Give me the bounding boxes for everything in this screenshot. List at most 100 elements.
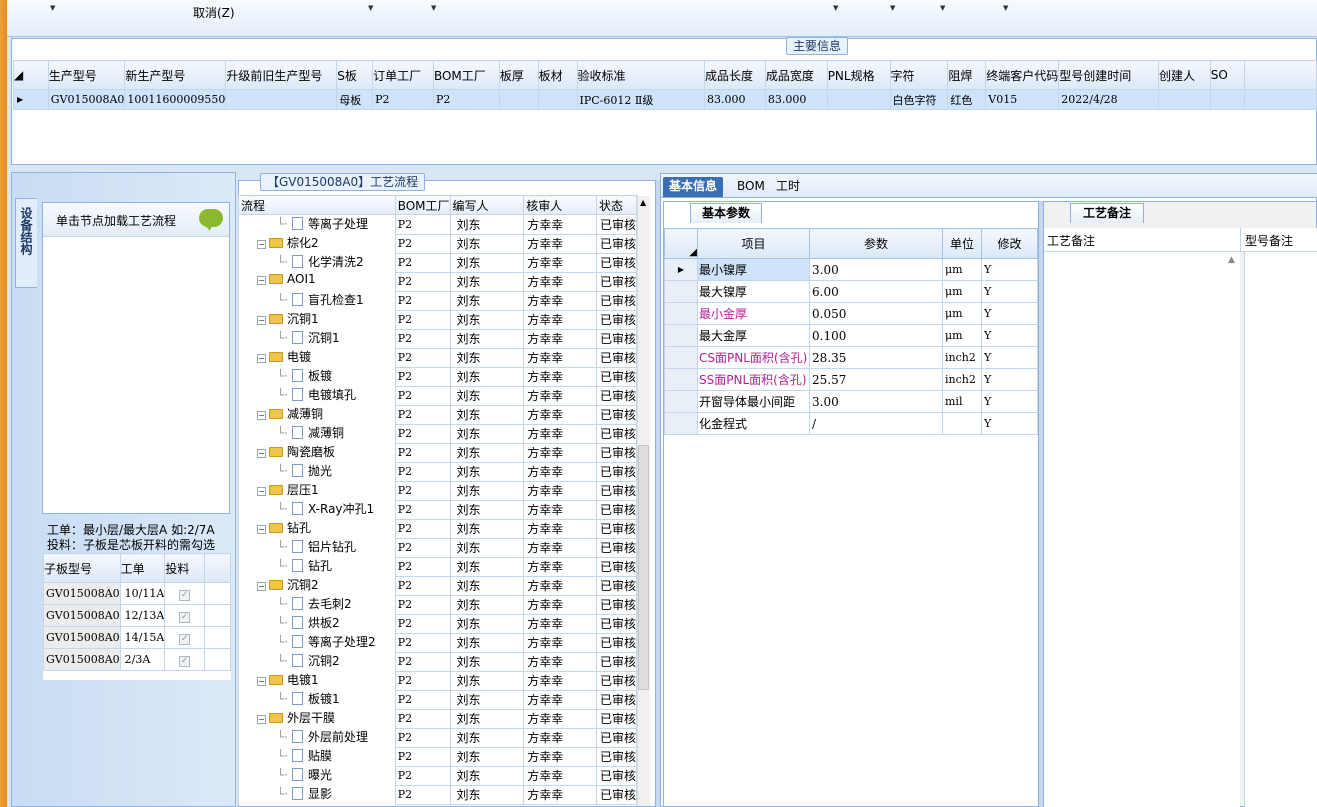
table-cell[interactable]: 10011600009550 — [124, 89, 227, 110]
column-header[interactable]: 子板型号 — [43, 553, 121, 583]
process-remark-textarea[interactable] — [1044, 252, 1240, 807]
param-modify-cell[interactable]: Y — [981, 346, 1038, 369]
feed-checkbox[interactable]: ✓ — [179, 633, 191, 645]
table-cell[interactable] — [498, 89, 539, 110]
param-value-cell[interactable]: 0.100 — [809, 324, 943, 347]
process-node-cell[interactable]: └· 板镀 — [238, 367, 396, 386]
table-row[interactable]: ▶ GV015008A0 10011600009550 母板 P2 P2 IPC-6012 … — [13, 89, 1317, 110]
process-node-cell[interactable]: − 沉铜1 — [238, 310, 396, 329]
process-node-cell[interactable]: − 电镀1 — [238, 671, 396, 690]
dropdown-arrow-icon[interactable]: ▼ — [368, 4, 373, 12]
column-header[interactable]: 修改 — [981, 228, 1038, 259]
tree-node[interactable]: − 沉铜1 — [239, 310, 394, 329]
column-header[interactable]: 项目 — [697, 228, 810, 259]
cancel-button[interactable]: 取消(Z) — [193, 4, 235, 21]
tab-basic-params[interactable]: 基本参数 — [690, 203, 762, 223]
process-node-cell[interactable]: └· 曝光 — [238, 766, 396, 785]
table-cell[interactable]: 红色 — [947, 89, 987, 110]
tree-node[interactable]: − 陶瓷磨板 — [239, 443, 394, 462]
tree-node[interactable]: └· 减薄铜 — [239, 424, 394, 443]
process-row[interactable]: └· 等离子处理 P2 刘东 方幸幸 已审核 — [238, 214, 637, 235]
scroll-thumb[interactable] — [638, 445, 649, 690]
tree-node[interactable]: └· 化学清洗2 — [239, 253, 394, 272]
process-node-cell[interactable]: └· 显影 — [238, 785, 396, 804]
table-cell[interactable]: IPC-6012 Ⅱ级 — [576, 89, 705, 110]
column-header[interactable]: 工单 — [119, 553, 166, 583]
scroll-up-icon[interactable]: ▲ — [1228, 255, 1235, 265]
process-row[interactable]: └· 去毛刺2 P2 刘东 方幸幸 已审核 — [238, 594, 637, 615]
collapse-icon[interactable]: − — [257, 276, 266, 285]
column-header[interactable]: S板 — [336, 60, 374, 90]
process-row[interactable]: − 沉铜1 P2 刘东 方幸幸 已审核 — [238, 309, 637, 330]
model-remark-textarea[interactable] — [1244, 252, 1317, 807]
process-node-cell[interactable]: └· 等离子处理2 — [238, 633, 396, 652]
column-header[interactable]: 阻焊 — [947, 60, 987, 90]
param-modify-cell[interactable]: Y — [981, 368, 1038, 391]
process-node-cell[interactable]: └· 钻孔 — [238, 557, 396, 576]
param-row[interactable]: SS面PNL面积(含孔) 25.57 inch2 Y — [664, 368, 1038, 391]
vertical-splitter[interactable] — [656, 180, 660, 807]
param-value-cell[interactable]: / — [809, 412, 943, 435]
column-header[interactable]: 成品长度 — [703, 60, 766, 90]
collapse-icon[interactable]: − — [257, 715, 266, 724]
table-cell[interactable] — [1157, 89, 1211, 110]
param-row[interactable]: ▶ 最小镍厚 3.00 μm Y — [664, 258, 1038, 281]
param-value-cell[interactable]: 3.00 — [809, 390, 943, 413]
process-row[interactable]: └· 烘板2 P2 刘东 方幸幸 已审核 — [238, 613, 637, 634]
table-cell[interactable]: 83.000 — [764, 89, 828, 110]
process-row[interactable]: └· 外层前处理 P2 刘东 方幸幸 已审核 — [238, 727, 637, 748]
process-row[interactable]: └· 贴膜 P2 刘东 方幸幸 已审核 — [238, 746, 637, 767]
process-node-cell[interactable]: − 电镀 — [238, 348, 396, 367]
process-node-cell[interactable]: − 钻孔 — [238, 519, 396, 538]
param-row[interactable]: 开窗导体最小间距 3.00 mil Y — [664, 390, 1038, 413]
process-node-cell[interactable]: └· 等离子处理 — [238, 214, 396, 234]
param-row[interactable]: 最大镍厚 6.00 μm Y — [664, 280, 1038, 303]
param-modify-cell[interactable]: Y — [981, 412, 1038, 435]
process-row[interactable]: └· 板镀1 P2 刘东 方幸幸 已审核 — [238, 689, 637, 710]
tab-process-remarks[interactable]: 工艺备注 — [1070, 203, 1144, 223]
feed-checkbox[interactable]: ✓ — [179, 611, 191, 623]
scroll-up-icon[interactable]: ▲ — [640, 198, 646, 207]
process-row[interactable]: − 减薄铜 P2 刘东 方幸幸 已审核 — [238, 404, 637, 425]
process-node-cell[interactable]: └· X-Ray冲孔1 — [238, 500, 396, 519]
tree-node[interactable]: └· 沉铜2 — [239, 652, 394, 671]
param-value-cell[interactable]: 6.00 — [809, 280, 943, 303]
process-row[interactable]: − 电镀 P2 刘东 方幸幸 已审核 — [238, 347, 637, 368]
work-order-cell[interactable]: 14/15A — [119, 626, 166, 649]
process-row[interactable]: └· 沉铜2 P2 刘东 方幸幸 已审核 — [238, 651, 637, 672]
table-row[interactable]: GV015008A0 10/11A ✓ — [43, 582, 231, 605]
column-header[interactable]: 生产型号 — [47, 60, 126, 90]
table-cell[interactable]: P2 — [372, 89, 434, 110]
process-node-cell[interactable]: └· 板镀1 — [238, 690, 396, 709]
work-order-cell[interactable]: 12/13A — [119, 604, 166, 627]
vertical-splitter[interactable] — [1039, 201, 1043, 807]
tree-node[interactable]: − 电镀 — [239, 348, 394, 367]
process-row[interactable]: − 陶瓷磨板 P2 刘东 方幸幸 已审核 — [238, 442, 637, 463]
param-modify-cell[interactable]: Y — [981, 324, 1038, 347]
process-node-cell[interactable]: └· 盲孔检查1 — [238, 291, 396, 310]
process-row[interactable]: └· 抛光 P2 刘东 方幸幸 已审核 — [238, 461, 637, 482]
column-header[interactable]: 编写人 — [449, 195, 525, 215]
column-header[interactable]: BOM工厂 — [432, 60, 500, 90]
column-header[interactable]: BOM工厂 — [394, 195, 451, 215]
collapse-icon[interactable]: − — [257, 449, 266, 458]
table-row[interactable]: GV015008A0 12/13A ✓ — [43, 604, 231, 627]
table-cell[interactable]: P2 — [432, 89, 500, 110]
structure-tree[interactable] — [42, 202, 230, 514]
collapse-icon[interactable]: − — [257, 487, 266, 496]
column-header[interactable]: 终端客户代码 — [985, 60, 1060, 90]
column-header[interactable]: PNL规格 — [826, 60, 891, 90]
param-row[interactable]: 最小金厚 0.050 μm Y — [664, 302, 1038, 325]
tree-node[interactable]: └· 电镀填孔 — [239, 386, 394, 405]
chat-bubble-icon[interactable] — [199, 209, 223, 231]
column-header[interactable]: 板材 — [537, 60, 578, 90]
tree-node[interactable]: └· 去毛刺2 — [239, 595, 394, 614]
process-node-cell[interactable]: └· 沉铜2 — [238, 652, 396, 671]
param-value-cell[interactable]: 25.57 — [809, 368, 943, 391]
process-row[interactable]: └· 化学清洗2 P2 刘东 方幸幸 已审核 — [238, 252, 637, 273]
tree-node[interactable]: └· 等离子处理2 — [239, 633, 394, 652]
param-row[interactable]: CS面PNL面积(含孔) 28.35 inch2 Y — [664, 346, 1038, 369]
tree-node[interactable]: − 减薄铜 — [239, 405, 394, 424]
process-node-cell[interactable]: − AOI1 — [238, 272, 396, 291]
process-node-cell[interactable]: └· 外层前处理 — [238, 728, 396, 747]
